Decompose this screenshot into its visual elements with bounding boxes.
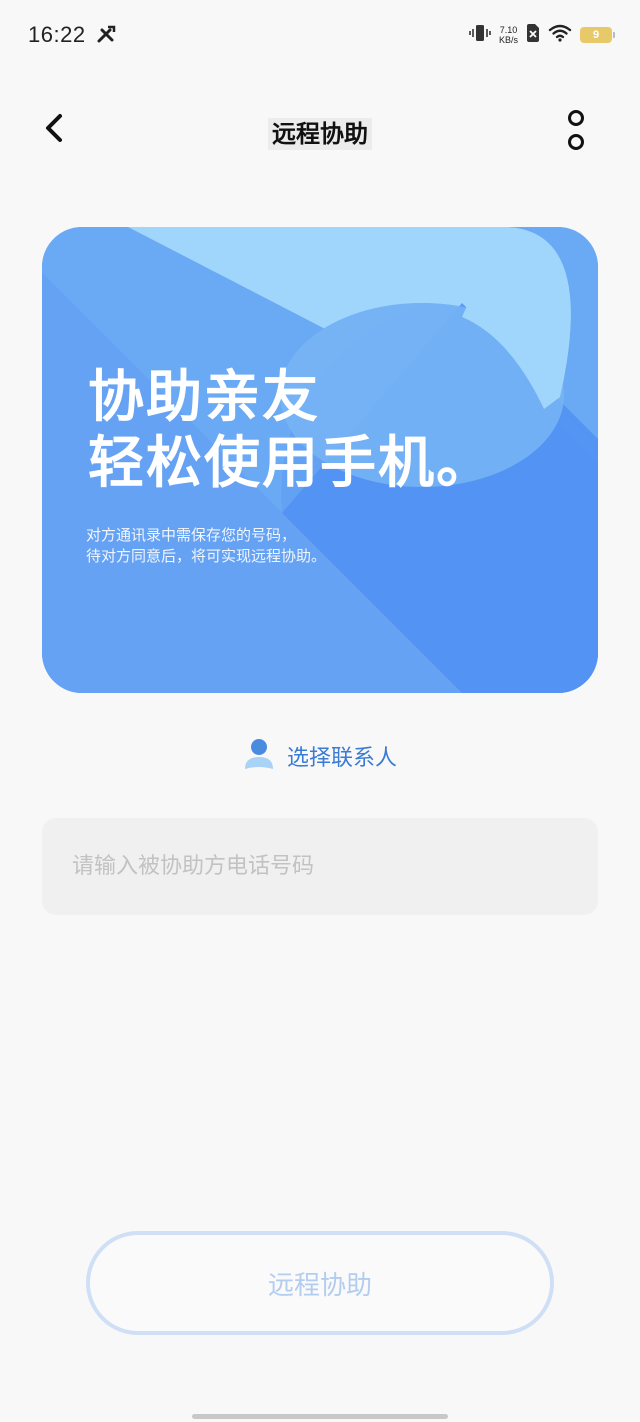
wifi-icon [548, 24, 572, 46]
battery-icon: 9 [580, 27, 615, 43]
page-title: 远程协助 [0, 114, 640, 150]
page-title-text: 远程协助 [268, 118, 372, 150]
battery-level: 9 [592, 29, 600, 41]
banner-headline-line2: 轻松使用手机。 [88, 431, 494, 496]
header: 远程协助 [0, 100, 640, 160]
home-indicator[interactable] [192, 1414, 448, 1419]
banner-headline: 协助亲友 轻松使用手机。 [88, 365, 494, 497]
remote-assist-button[interactable]: 远程协助 [86, 1231, 554, 1335]
status-icons: 7.10 KB/s 9 [469, 22, 615, 48]
tools-icon [95, 24, 117, 46]
net-speed-value: 7.10 [499, 25, 518, 35]
banner-subtitle-line1: 对方通讯录中需保存您的号码， [86, 526, 297, 544]
status-time: 16:22 [28, 22, 86, 47]
net-speed-unit: KB/s [498, 35, 518, 45]
status-bar: 16:22 7.10 KB/s 9 [0, 0, 640, 70]
more-vertical-icon-dot [568, 134, 584, 150]
banner-subtitle-line2: 待对方同意后，将可实现远程协助。 [86, 547, 327, 565]
sim-off-icon [526, 23, 540, 47]
phone-number-input[interactable] [42, 818, 598, 915]
net-speed: 7.10 KB/s [499, 25, 518, 45]
banner-subtitle: 对方通讯录中需保存您的号码， 待对方同意后，将可实现远程协助。 [86, 525, 326, 567]
more-button[interactable] [564, 110, 588, 150]
vibrate-icon [469, 23, 491, 47]
more-vertical-icon [568, 110, 584, 126]
person-icon [243, 737, 275, 775]
banner-headline-line1: 协助亲友 [88, 365, 320, 430]
remote-assist-button-label: 远程协助 [267, 1270, 372, 1301]
select-contact-button[interactable]: 选择联系人 [0, 736, 640, 776]
feature-banner: 协助亲友 轻松使用手机。 对方通讯录中需保存您的号码， 待对方同意后，将可实现远… [42, 227, 598, 693]
select-contact-label: 选择联系人 [286, 746, 397, 771]
